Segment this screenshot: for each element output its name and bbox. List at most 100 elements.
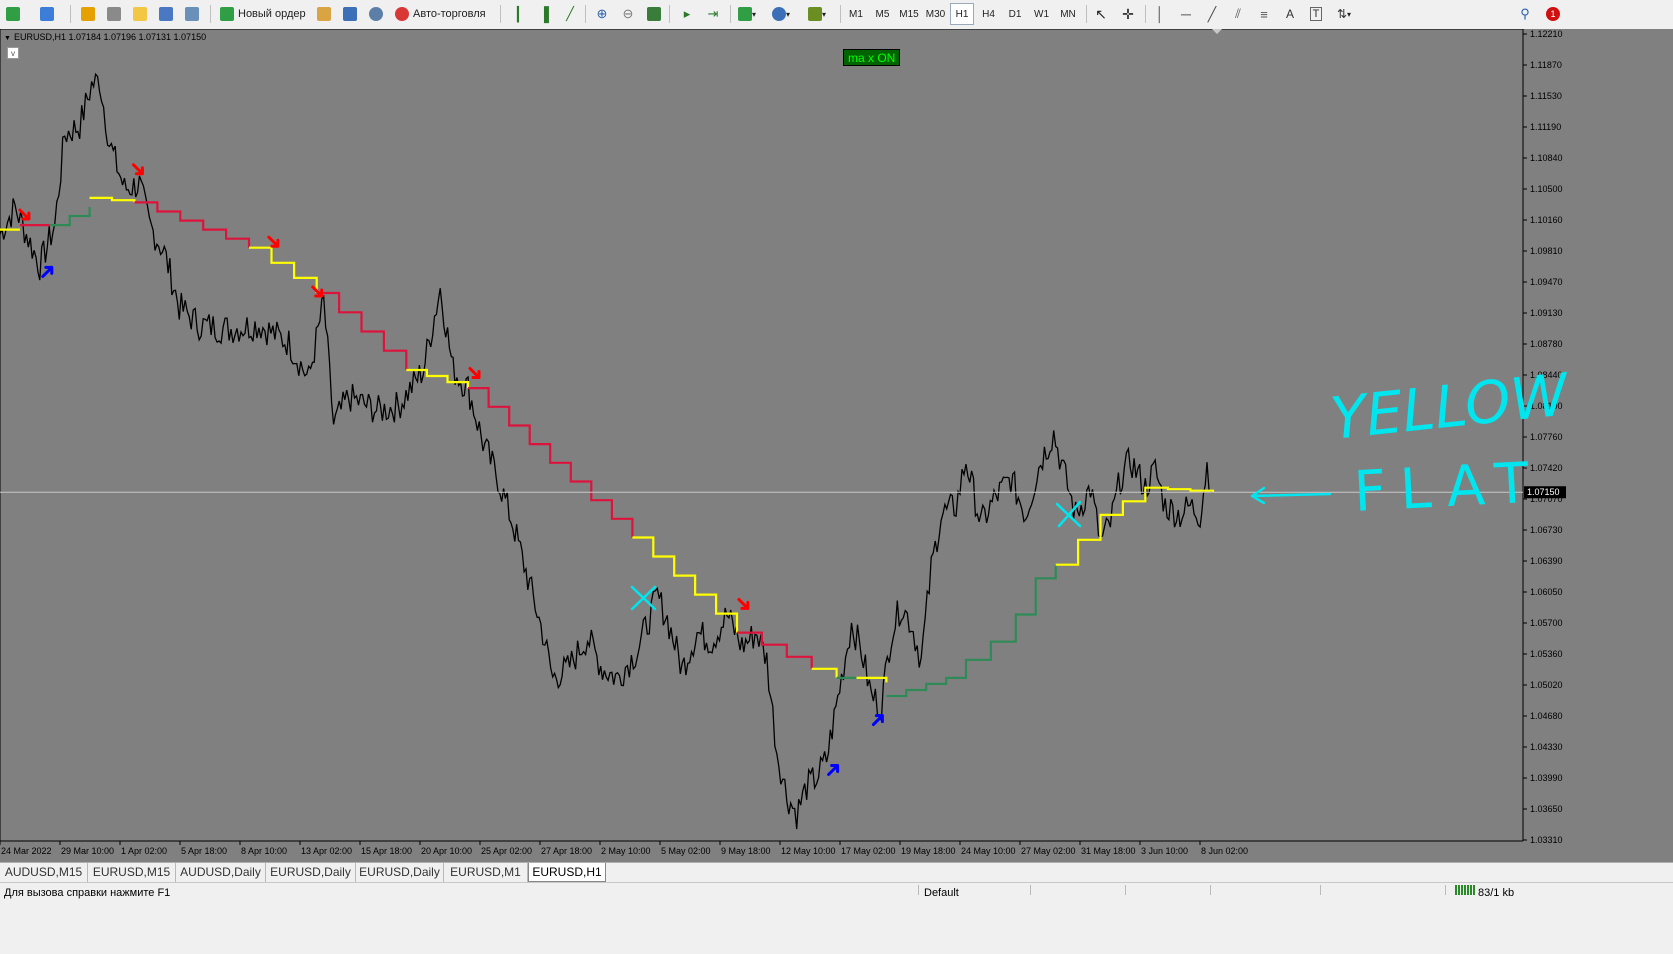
toolbar-separator — [840, 5, 841, 23]
timeframe-h4-button[interactable]: H4 — [977, 3, 1001, 25]
equidistant-channel-icon[interactable]: ⫽ — [1227, 3, 1249, 25]
timeframe-m30-button[interactable]: M30 — [924, 3, 948, 25]
x-tick-label: 27 Apr 18:00 — [541, 846, 592, 856]
chart-tab[interactable]: AUDUSD,M15 — [0, 863, 88, 882]
timeframe-w1-button[interactable]: W1 — [1030, 3, 1054, 25]
templates-icon[interactable]: ▾ — [806, 3, 828, 25]
bar-chart-icon[interactable]: ┃ — [507, 3, 529, 25]
line-chart-icon[interactable]: ╱ — [559, 3, 581, 25]
y-tick-label: 1.06730 — [1530, 525, 1563, 535]
y-tick-label: 1.05700 — [1530, 618, 1563, 628]
status-separator — [1320, 885, 1321, 895]
arrows-icon[interactable]: ⇅ ▾ — [1333, 3, 1355, 25]
chart-tab[interactable]: AUDUSD,Daily — [176, 863, 266, 882]
zoom-in-icon[interactable]: ⊕ — [591, 3, 613, 25]
timeframe-m15-button[interactable]: M15 — [897, 3, 921, 25]
toolbar-separator — [730, 5, 731, 23]
x-tick-label: 5 Apr 18:00 — [181, 846, 227, 856]
vertical-line-icon[interactable]: │ — [1149, 3, 1171, 25]
search-icon[interactable]: ⚲ — [1514, 3, 1536, 25]
x-tick-label: 2 May 10:00 — [601, 846, 651, 856]
strategy-tester-icon[interactable] — [181, 3, 203, 25]
signals-icon[interactable] — [339, 3, 361, 25]
timeframe-d1-button[interactable]: D1 — [1003, 3, 1027, 25]
timeframe-mn-button[interactable]: MN — [1056, 3, 1080, 25]
x-tick-label: 5 May 02:00 — [661, 846, 711, 856]
y-tick-label: 1.12210 — [1530, 29, 1563, 39]
text-label-icon[interactable]: T — [1305, 3, 1327, 25]
fibonacci-icon[interactable]: ≡ — [1253, 3, 1275, 25]
new-chart-icon[interactable] — [2, 3, 24, 25]
ma-cross-indicator-badge[interactable]: ma x ON — [843, 49, 901, 66]
y-tick-label: 1.05360 — [1530, 649, 1563, 659]
chart-tab[interactable]: EURUSD,H1 — [528, 863, 606, 882]
notifications-icon[interactable]: 1 — [1542, 3, 1564, 25]
y-tick-label: 1.11530 — [1530, 91, 1562, 101]
y-tick-label: 1.11870 — [1530, 60, 1562, 70]
autotrading-label: Авто-торговля — [413, 8, 486, 20]
status-separator — [1125, 885, 1126, 895]
metaeditor-icon[interactable] — [313, 3, 335, 25]
x-tick-label: 19 May 18:00 — [901, 846, 956, 856]
chart-tab[interactable]: EURUSD,Daily — [266, 863, 356, 882]
terminal-icon[interactable] — [155, 3, 177, 25]
timeframe-m1-button[interactable]: M1 — [844, 3, 868, 25]
market-icon[interactable] — [365, 3, 387, 25]
y-tick-label: 1.05020 — [1530, 680, 1563, 690]
x-tick-label: 27 May 02:00 — [1021, 846, 1076, 856]
autotrading-button[interactable]: Авто-торговля — [391, 3, 490, 25]
new-order-label: Новый ордер — [238, 8, 306, 20]
toolbar-separator — [669, 5, 670, 23]
y-tick-label: 1.10840 — [1530, 153, 1563, 163]
y-tick-label: 1.06390 — [1530, 556, 1563, 566]
y-tick-label: 1.07760 — [1530, 432, 1563, 442]
tile-windows-icon[interactable] — [643, 3, 665, 25]
chart-window[interactable]: 1.12210 1.11870 1.11530 1.11190 1.10840 1.105… — [0, 29, 1673, 862]
chart-shift-icon[interactable]: ⇥ — [702, 3, 724, 25]
y-tick-label: 1.04330 — [1530, 742, 1563, 752]
chart-tab[interactable]: EURUSD,Daily — [356, 863, 444, 882]
candlestick-icon[interactable]: ▐ — [533, 3, 555, 25]
x-tick-label: 15 Apr 18:00 — [361, 846, 412, 856]
main-toolbar: Новый ордер Авто-торговля ┃ ▐ ╱ ⊕ ⊖ ▸ ⇥ … — [0, 0, 1673, 30]
y-tick-label: 1.10160 — [1530, 215, 1563, 225]
connection-status-icon — [1455, 885, 1475, 895]
chart-tab[interactable]: EURUSD,M15 — [88, 863, 176, 882]
x-tick-label: 8 Jun 02:00 — [1201, 846, 1248, 856]
periods-icon[interactable]: ▾ — [770, 3, 792, 25]
status-separator — [1445, 885, 1446, 895]
navigator-icon[interactable] — [103, 3, 125, 25]
profiles-icon[interactable] — [36, 3, 58, 25]
x-tick-label: 8 Apr 10:00 — [241, 846, 287, 856]
status-separator — [918, 885, 919, 895]
status-profile: Default — [924, 887, 959, 899]
data-window-icon[interactable] — [129, 3, 151, 25]
timeframe-m5-button[interactable]: M5 — [871, 3, 895, 25]
horizontal-line-icon[interactable]: ─ — [1175, 3, 1197, 25]
trendline-icon[interactable]: ╱ — [1201, 3, 1223, 25]
y-tick-label: 1.03990 — [1530, 773, 1563, 783]
indicators-icon[interactable]: ▾ — [736, 3, 758, 25]
x-tick-label: 17 May 02:00 — [841, 846, 896, 856]
chart-canvas[interactable]: 1.12210 1.11870 1.11530 1.11190 1.10840 1.105… — [0, 29, 1673, 862]
cursor-icon[interactable]: ↖ — [1090, 3, 1112, 25]
toolbar-separator — [1086, 5, 1087, 23]
zoom-out-icon[interactable]: ⊖ — [617, 3, 639, 25]
y-tick-label: 1.09810 — [1530, 246, 1563, 256]
autoscroll-icon[interactable]: ▸ — [676, 3, 698, 25]
y-tick-label: 1.06050 — [1530, 587, 1563, 597]
x-tick-label: 29 Mar 10:00 — [61, 846, 114, 856]
x-tick-label: 25 Apr 02:00 — [481, 846, 532, 856]
market-watch-icon[interactable] — [77, 3, 99, 25]
toolbar-separator — [585, 5, 586, 23]
one-click-trading-toggle[interactable]: v — [7, 47, 19, 59]
y-tick-label: 1.09130 — [1530, 308, 1563, 318]
crosshair-icon[interactable]: ✛ — [1117, 3, 1139, 25]
text-icon[interactable]: A — [1279, 3, 1301, 25]
chart-tab[interactable]: EURUSD,M1 — [444, 863, 528, 882]
y-tick-label: 1.11190 — [1530, 122, 1561, 132]
timeframe-h1-button[interactable]: H1 — [950, 3, 974, 25]
new-order-button[interactable]: Новый ордер — [216, 3, 310, 25]
status-separator — [1210, 885, 1211, 895]
toolbar-separator — [1145, 5, 1146, 23]
